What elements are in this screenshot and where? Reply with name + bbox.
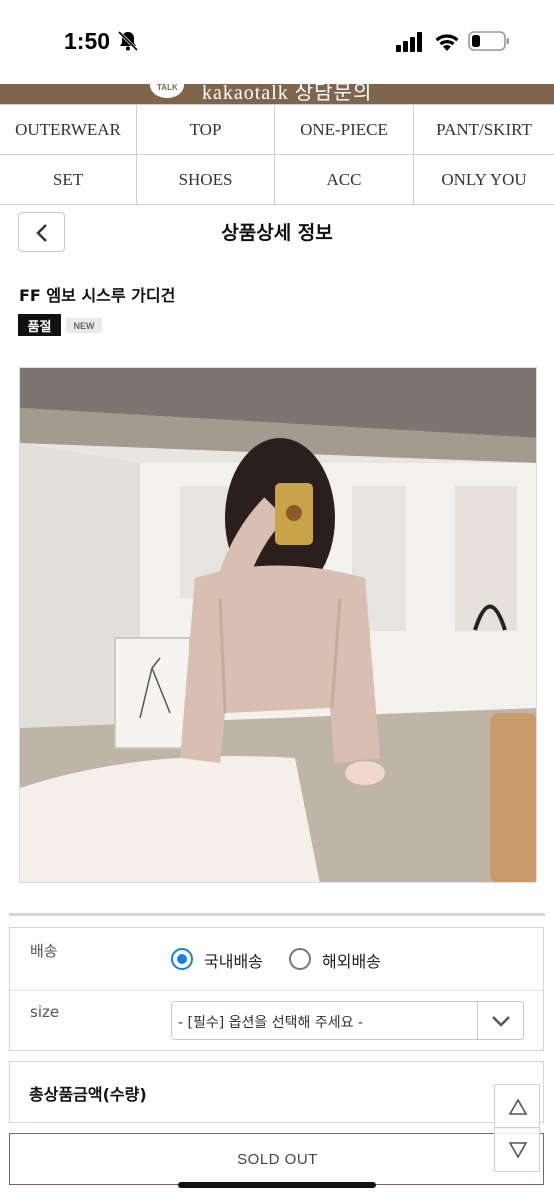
wifi-icon xyxy=(435,34,459,51)
option-row-divider xyxy=(10,990,543,991)
cellular-signal-icon xyxy=(396,32,422,52)
domestic-shipping-radio[interactable] xyxy=(171,948,193,970)
status-time: 1:50 xyxy=(64,28,111,54)
category-menu: OUTERWEAR TOP ONE-PIECE PANT/SKIRT SET S… xyxy=(0,104,554,205)
category-top[interactable]: TOP xyxy=(137,104,275,154)
product-image xyxy=(19,367,537,883)
overseas-shipping-label[interactable]: 해외배송 xyxy=(322,948,381,972)
kakaotalk-banner[interactable]: TALK kakaotalk 상담문의 xyxy=(0,84,554,104)
category-acc[interactable]: ACC xyxy=(275,154,414,205)
category-outerwear[interactable]: OUTERWEAR xyxy=(0,104,137,154)
product-name: FF 엠보 시스루 가디건 xyxy=(19,286,176,305)
status-bar: 1:50 xyxy=(0,0,554,84)
category-shoes[interactable]: SHOES xyxy=(137,154,275,205)
new-badge: NEW xyxy=(66,318,102,333)
domestic-shipping-label[interactable]: 국내배송 xyxy=(204,948,263,972)
scroll-to-top-button[interactable] xyxy=(494,1084,540,1129)
sold-out-label: SOLD OUT xyxy=(237,1151,318,1168)
category-one-piece[interactable]: ONE-PIECE xyxy=(275,104,414,154)
shipping-label: 배송 xyxy=(30,942,58,960)
kakaotalk-logo: TALK xyxy=(150,84,184,98)
battery-icon xyxy=(468,31,509,51)
size-label: size xyxy=(30,1003,60,1021)
sold-out-button[interactable]: SOLD OUT xyxy=(9,1133,544,1185)
total-price-box: 총상품금액(수량) xyxy=(9,1061,544,1123)
size-select-placeholder: - [필수] 옵션을 선택해 주세요 - xyxy=(178,1015,363,1031)
options-box: 배송 국내배송 해외배송 size - [필수] 옵션을 선택해 주세요 - xyxy=(9,927,544,1051)
category-only-you[interactable]: ONLY YOU xyxy=(414,154,554,205)
size-select[interactable]: - [필수] 옵션을 선택해 주세요 - xyxy=(171,1001,524,1040)
kakaotalk-banner-text: kakaotalk 상담문의 xyxy=(202,84,373,104)
divider xyxy=(9,913,545,916)
page-title: 상품상세 정보 xyxy=(221,222,333,244)
soldout-badge: 품절 xyxy=(18,314,61,336)
category-set[interactable]: SET xyxy=(0,154,137,205)
chevron-down-icon xyxy=(492,1016,510,1027)
size-select-arrow[interactable] xyxy=(477,1002,523,1039)
category-pant-skirt[interactable]: PANT/SKIRT xyxy=(414,104,554,154)
home-indicator[interactable] xyxy=(178,1182,376,1188)
total-price-label: 총상품금액(수량) xyxy=(29,1085,147,1104)
overseas-shipping-radio[interactable] xyxy=(289,948,311,970)
triangle-up-icon xyxy=(508,1098,528,1115)
scroll-to-bottom-button[interactable] xyxy=(494,1127,540,1172)
triangle-down-icon xyxy=(508,1142,528,1159)
bell-muted-icon xyxy=(117,30,139,52)
